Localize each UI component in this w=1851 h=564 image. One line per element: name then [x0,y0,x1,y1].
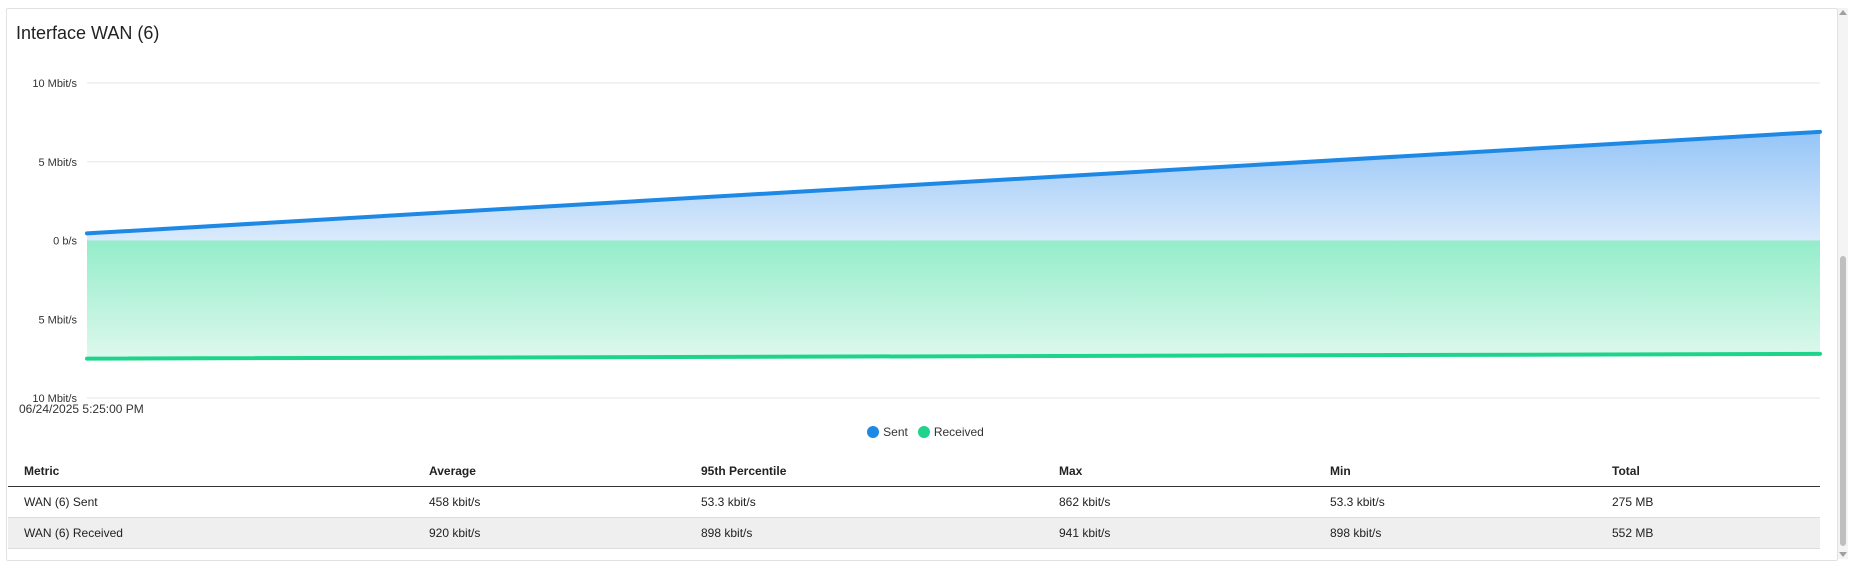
cell-total: 552 MB [1596,517,1820,549]
table-row: WAN (6) Received 920 kbit/s 898 kbit/s 9… [8,517,1820,549]
traffic-chart: 10 Mbit/s5 Mbit/s0 b/s5 Mbit/s10 Mbit/s [32,78,1822,405]
column-header-max[interactable]: Max [1043,454,1314,487]
legend-item-sent[interactable]: Sent [867,425,908,439]
legend-label-received: Received [933,425,984,439]
cell-total: 275 MB [1596,486,1820,518]
cell-metric: WAN (6) Sent [8,486,413,518]
y-tick-label: 5 Mbit/s [38,314,77,326]
legend-item-received[interactable]: Received [917,425,984,439]
y-tick-label: 10 Mbit/s [32,78,77,90]
scroll-down-arrow-icon[interactable] [1839,552,1847,557]
cell-min: 53.3 kbit/s [1314,486,1596,518]
scroll-thumb[interactable] [1840,256,1846,546]
column-header-metric[interactable]: Metric [8,454,413,487]
legend-label-sent: Sent [883,425,908,439]
y-tick-label: 0 b/s [53,236,77,248]
column-header-total[interactable]: Total [1596,454,1820,487]
legend-swatch-received [917,426,930,438]
table-row: WAN (6) Sent 458 kbit/s 53.3 kbit/s 862 … [8,486,1820,518]
cell-min: 898 kbit/s [1314,517,1596,549]
column-header-average[interactable]: Average [413,454,685,487]
y-tick-label: 5 Mbit/s [38,157,77,169]
cell-max: 862 kbit/s [1043,486,1314,518]
series-area-received [87,240,1820,359]
tick-layer: 10 Mbit/s5 Mbit/s0 b/s5 Mbit/s10 Mbit/s [32,78,77,405]
scroll-up-arrow-icon[interactable] [1839,10,1847,15]
x-axis-timestamp: 06/24/2025 5:25:00 PM [19,402,144,416]
table-header-row: Metric Average 95th Percentile Max Min T… [8,454,1820,487]
area-layer [87,131,1820,359]
column-header-95th-percentile[interactable]: 95th Percentile [685,454,1043,487]
cell-average: 458 kbit/s [413,486,685,518]
cell-metric: WAN (6) Received [8,517,413,549]
cell-95th-percentile: 53.3 kbit/s [685,486,1043,518]
chart-legend: Sent Received [0,425,1851,439]
metrics-table: Metric Average 95th Percentile Max Min T… [8,454,1820,549]
vertical-scrollbar[interactable] [1838,8,1848,559]
legend-swatch-sent [867,426,880,438]
column-header-min[interactable]: Min [1314,454,1596,487]
cell-max: 941 kbit/s [1043,517,1314,549]
cell-average: 920 kbit/s [413,517,685,549]
cell-95th-percentile: 898 kbit/s [685,517,1043,549]
